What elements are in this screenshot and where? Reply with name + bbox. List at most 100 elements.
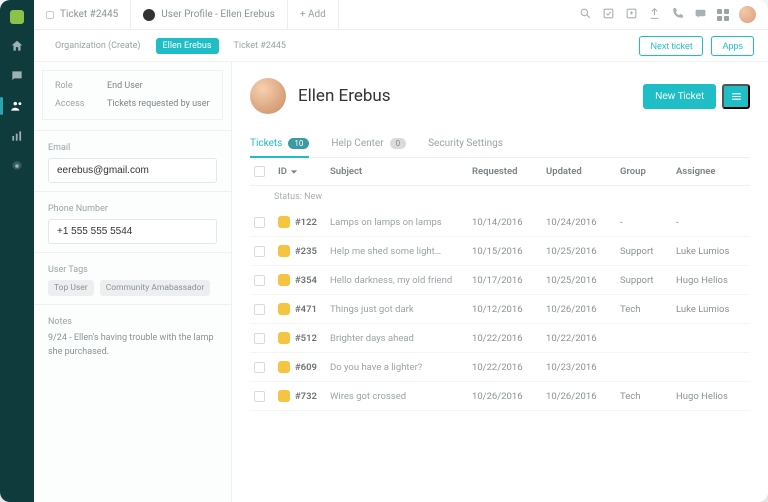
subtab-tickets[interactable]: Tickets 10 bbox=[250, 130, 309, 157]
table-row[interactable]: #122Lamps on lamps on lamps10/14/201610/… bbox=[250, 208, 750, 237]
settings-icon[interactable] bbox=[9, 158, 25, 174]
row-checkbox[interactable] bbox=[254, 217, 265, 228]
tab-profile[interactable]: User Profile - Ellen Erebus bbox=[131, 0, 288, 29]
apps-grid-icon[interactable] bbox=[717, 9, 729, 21]
user-name: Ellen Erebus bbox=[298, 86, 391, 106]
profile-content: Ellen Erebus New Ticket Tickets 10 Help … bbox=[232, 62, 768, 502]
home-icon[interactable] bbox=[9, 38, 25, 54]
ticket-requested: 10/22/2016 bbox=[472, 333, 542, 344]
ticket-assignee: Luke Lumios bbox=[676, 304, 746, 315]
status-group-label: Status: New bbox=[250, 186, 750, 208]
col-assignee[interactable]: Assignee bbox=[676, 166, 746, 177]
ticket-updated: 10/24/2016 bbox=[546, 217, 616, 228]
breadcrumb[interactable]: Ellen Erebus bbox=[156, 38, 219, 54]
tab-ticket[interactable]: Ticket #2445 bbox=[34, 0, 131, 29]
reports-icon[interactable] bbox=[9, 128, 25, 144]
ticket-tab-icon bbox=[46, 11, 54, 19]
ticket-requested: 10/26/2016 bbox=[472, 391, 542, 402]
email-label: Email bbox=[48, 143, 217, 153]
subtab-security[interactable]: Security Settings bbox=[428, 130, 503, 157]
ticket-group: Tech bbox=[620, 391, 672, 402]
col-subject[interactable]: Subject bbox=[330, 166, 468, 177]
col-group[interactable]: Group bbox=[620, 166, 672, 177]
ticket-updated: 10/26/2016 bbox=[546, 304, 616, 315]
col-updated[interactable]: Updated bbox=[546, 166, 616, 177]
user-tag[interactable]: Top User bbox=[48, 280, 94, 296]
tab-add[interactable]: + Add bbox=[288, 0, 339, 29]
share-icon[interactable] bbox=[648, 7, 661, 23]
status-badge-icon bbox=[278, 390, 290, 402]
subtab-label: Tickets bbox=[250, 138, 282, 149]
current-user-avatar[interactable] bbox=[739, 6, 756, 23]
ticket-id: #732 bbox=[278, 390, 326, 402]
breadcrumb[interactable]: Ticket #2445 bbox=[227, 38, 293, 54]
row-checkbox[interactable] bbox=[254, 333, 265, 344]
count-badge: 0 bbox=[390, 138, 407, 149]
role-value: End User bbox=[107, 81, 210, 91]
ticket-group: Support bbox=[620, 246, 672, 257]
ticket-id: #512 bbox=[278, 332, 326, 344]
app-window: Ticket #2445 User Profile - Ellen Erebus… bbox=[0, 0, 768, 502]
subtab-label: Help Center bbox=[331, 138, 383, 149]
email-field[interactable] bbox=[48, 158, 217, 183]
table-row[interactable]: #732Wires got crossed10/26/201610/26/201… bbox=[250, 382, 750, 411]
ticket-id: #471 bbox=[278, 303, 326, 315]
brand-logo[interactable] bbox=[10, 10, 24, 24]
ticket-requested: 10/14/2016 bbox=[472, 217, 542, 228]
row-checkbox[interactable] bbox=[254, 304, 265, 315]
ticket-subject: Brighter days ahead bbox=[330, 333, 468, 344]
status-badge-icon bbox=[278, 245, 290, 257]
notes-value[interactable]: 9/24 - Ellen's having trouble with the l… bbox=[48, 332, 217, 359]
ticket-requested: 10/17/2016 bbox=[472, 275, 542, 286]
select-all-checkbox[interactable] bbox=[254, 166, 265, 177]
ticket-updated: 10/25/2016 bbox=[546, 246, 616, 257]
access-value: Tickets requested by user bbox=[107, 99, 210, 109]
chat-icon[interactable] bbox=[9, 68, 25, 84]
tab-label: User Profile - Ellen Erebus bbox=[161, 9, 275, 20]
new-ticket-button[interactable]: New Ticket bbox=[643, 84, 716, 109]
apps-button[interactable]: Apps bbox=[711, 36, 754, 56]
table-row[interactable]: #512 Brighter days ahead 10/22/2016 10/22/2… bbox=[250, 324, 750, 353]
refresh-icon[interactable] bbox=[602, 7, 615, 23]
row-checkbox[interactable] bbox=[254, 362, 265, 373]
ticket-group: - bbox=[620, 217, 672, 228]
table-row[interactable]: #609Do you have a lighter?10/22/201610/2… bbox=[250, 353, 750, 382]
ticket-updated: 10/26/2016 bbox=[546, 391, 616, 402]
ticket-id: #354 bbox=[278, 274, 326, 286]
row-checkbox[interactable] bbox=[254, 275, 265, 286]
col-id[interactable]: ID bbox=[278, 166, 326, 177]
ticket-group: Support bbox=[620, 275, 672, 286]
ticket-requested: 10/12/2016 bbox=[472, 304, 542, 315]
status-badge-icon bbox=[278, 216, 290, 228]
col-requested[interactable]: Requested bbox=[472, 166, 542, 177]
row-checkbox[interactable] bbox=[254, 391, 265, 402]
window-tabs: Ticket #2445 User Profile - Ellen Erebus… bbox=[34, 0, 768, 30]
ticket-assignee: Hugo Helios bbox=[676, 275, 746, 286]
ticket-assignee: Hugo Helios bbox=[676, 391, 746, 402]
status-badge-icon bbox=[278, 274, 290, 286]
table-row[interactable]: #235Help me shed some light…10/15/201610… bbox=[250, 237, 750, 266]
next-ticket-button[interactable]: Next ticket bbox=[639, 36, 703, 56]
profile-subtabs: Tickets 10 Help Center 0 Security Settin… bbox=[250, 130, 750, 158]
main-area: Ticket #2445 User Profile - Ellen Erebus… bbox=[34, 0, 768, 502]
ticket-updated: 10/22/2016 bbox=[546, 333, 616, 344]
ticket-assignee: - bbox=[676, 217, 746, 228]
subtab-help-center[interactable]: Help Center 0 bbox=[331, 130, 406, 157]
phone-label: Phone Number bbox=[48, 204, 217, 214]
inbox-icon[interactable] bbox=[625, 7, 638, 23]
list-view-button[interactable] bbox=[722, 84, 750, 109]
status-badge-icon bbox=[278, 303, 290, 315]
table-row[interactable]: #354Hello darkness, my old friend10/17/2… bbox=[250, 266, 750, 295]
search-icon[interactable] bbox=[579, 7, 592, 23]
row-checkbox[interactable] bbox=[254, 246, 265, 257]
breadcrumb[interactable]: Organization (Create) bbox=[48, 38, 148, 54]
user-tag[interactable]: Community Amabassador bbox=[100, 280, 211, 296]
users-icon[interactable] bbox=[9, 98, 25, 114]
phone-icon[interactable] bbox=[671, 7, 684, 23]
subtab-label: Security Settings bbox=[428, 138, 503, 149]
comment-icon[interactable] bbox=[694, 7, 707, 23]
table-row[interactable]: #471Things just got dark10/12/201610/26/… bbox=[250, 295, 750, 324]
notes-label: Notes bbox=[48, 317, 217, 327]
phone-field[interactable] bbox=[48, 219, 217, 244]
count-badge: 10 bbox=[288, 138, 309, 149]
